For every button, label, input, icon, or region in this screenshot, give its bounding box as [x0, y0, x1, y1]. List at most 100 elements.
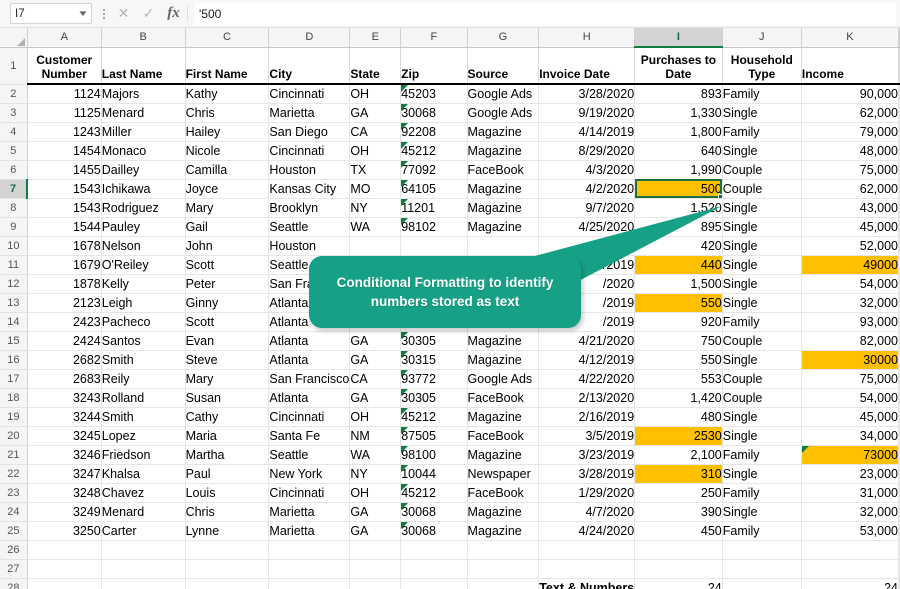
cell-d22[interactable]: New York [269, 464, 350, 483]
cell-k12[interactable]: 54,000 [801, 274, 898, 293]
cell-h15[interactable]: 4/21/2020 [539, 331, 635, 350]
cell-f21[interactable]: 98100 [401, 445, 467, 464]
cell-h2[interactable]: 3/28/2020 [539, 84, 635, 103]
cell-d8[interactable]: Brooklyn [269, 198, 350, 217]
cell-c22[interactable]: Paul [185, 464, 269, 483]
cell-d20[interactable]: Santa Fe [269, 426, 350, 445]
row-header-19[interactable]: 19 [0, 407, 27, 426]
cell-c27[interactable] [185, 559, 269, 578]
header-cell-k1[interactable]: Income [801, 47, 898, 84]
cell-f23[interactable]: 45212 [401, 483, 467, 502]
cell-h8[interactable]: 9/7/2020 [539, 198, 635, 217]
cell-e2[interactable]: OH [350, 84, 401, 103]
cell-c7[interactable]: Joyce [185, 179, 269, 198]
cell-c23[interactable]: Louis [185, 483, 269, 502]
cell-h25[interactable]: 4/24/2020 [539, 521, 635, 540]
select-all-corner[interactable] [0, 28, 27, 47]
cell-h7[interactable]: 4/2/2020 [539, 179, 635, 198]
cell-b18[interactable]: Rolland [101, 388, 185, 407]
cell-h5[interactable]: 8/29/2020 [539, 141, 635, 160]
cell-j6[interactable]: Couple [722, 160, 801, 179]
cell-e23[interactable]: OH [350, 483, 401, 502]
cell-a27[interactable] [27, 559, 101, 578]
cell-i3[interactable]: 1,330 [635, 103, 723, 122]
cell-d16[interactable]: Atlanta [269, 350, 350, 369]
cell-h16[interactable]: 4/12/2019 [539, 350, 635, 369]
cell-c3[interactable]: Chris [185, 103, 269, 122]
cell-a25[interactable]: 3250 [27, 521, 101, 540]
cell-e7[interactable]: MO [350, 179, 401, 198]
cell-a8[interactable]: 1543 [27, 198, 101, 217]
cell-f5[interactable]: 45212 [401, 141, 467, 160]
spreadsheet-grid[interactable]: ABCDEFGHIJK 1Customer NumberLast NameFir… [0, 28, 900, 589]
cell-g5[interactable]: Magazine [467, 141, 539, 160]
cell-f28[interactable] [401, 578, 467, 589]
cell-e24[interactable]: GA [350, 502, 401, 521]
cell-g23[interactable]: FaceBook [467, 483, 539, 502]
cell-g22[interactable]: Newspaper [467, 464, 539, 483]
cell-j17[interactable]: Couple [722, 369, 801, 388]
cell-a11[interactable]: 1679 [27, 255, 101, 274]
column-header-c[interactable]: C [185, 28, 269, 47]
cell-c19[interactable]: Cathy [185, 407, 269, 426]
cell-i7[interactable]: 500 [635, 179, 723, 198]
cell-a20[interactable]: 3245 [27, 426, 101, 445]
cell-i10[interactable]: 420 [635, 236, 723, 255]
cell-h19[interactable]: 2/16/2019 [539, 407, 635, 426]
cell-g3[interactable]: Google Ads [467, 103, 539, 122]
cell-d24[interactable]: Marietta [269, 502, 350, 521]
cell-e20[interactable]: NM [350, 426, 401, 445]
cell-k9[interactable]: 45,000 [801, 217, 898, 236]
cell-a26[interactable] [27, 540, 101, 559]
cell-b4[interactable]: Miller [101, 122, 185, 141]
cell-b15[interactable]: Santos [101, 331, 185, 350]
cell-j23[interactable]: Family [722, 483, 801, 502]
cell-k21[interactable]: 73000 [801, 445, 898, 464]
cell-b2[interactable]: Majors [101, 84, 185, 103]
cell-c2[interactable]: Kathy [185, 84, 269, 103]
cancel-icon[interactable]: ✕ [111, 3, 136, 25]
cell-b16[interactable]: Smith [101, 350, 185, 369]
cell-g28[interactable] [467, 578, 539, 589]
row-header-21[interactable]: 21 [0, 445, 27, 464]
cell-a4[interactable]: 1243 [27, 122, 101, 141]
cell-j10[interactable]: Single [722, 236, 801, 255]
cell-d2[interactable]: Cincinnati [269, 84, 350, 103]
cell-d3[interactable]: Marietta [269, 103, 350, 122]
cell-e5[interactable]: OH [350, 141, 401, 160]
cell-g8[interactable]: Magazine [467, 198, 539, 217]
cell-f3[interactable]: 30068 [401, 103, 467, 122]
insert-function-icon[interactable]: fx [161, 3, 186, 25]
cell-e22[interactable]: NY [350, 464, 401, 483]
cell-k4[interactable]: 79,000 [801, 122, 898, 141]
cell-e18[interactable]: GA [350, 388, 401, 407]
row-header-8[interactable]: 8 [0, 198, 27, 217]
cell-k3[interactable]: 62,000 [801, 103, 898, 122]
cell-g10[interactable] [467, 236, 539, 255]
cell-g7[interactable]: Magazine [467, 179, 539, 198]
cell-i11[interactable]: 440 [635, 255, 723, 274]
cell-k23[interactable]: 31,000 [801, 483, 898, 502]
row-header-2[interactable]: 2 [0, 84, 27, 103]
cell-i4[interactable]: 1,800 [635, 122, 723, 141]
cell-e26[interactable] [350, 540, 401, 559]
row-header-22[interactable]: 22 [0, 464, 27, 483]
cell-d26[interactable] [269, 540, 350, 559]
cell-i16[interactable]: 550 [635, 350, 723, 369]
cell-h9[interactable]: 4/25/2020 [539, 217, 635, 236]
cell-g4[interactable]: Magazine [467, 122, 539, 141]
cell-b13[interactable]: Leigh [101, 293, 185, 312]
cell-c24[interactable]: Chris [185, 502, 269, 521]
row-header-10[interactable]: 10 [0, 236, 27, 255]
cell-c12[interactable]: Peter [185, 274, 269, 293]
cell-f20[interactable]: 87505 [401, 426, 467, 445]
cell-e15[interactable]: GA [350, 331, 401, 350]
cell-i22[interactable]: 310 [635, 464, 723, 483]
cell-f26[interactable] [401, 540, 467, 559]
cell-k8[interactable]: 43,000 [801, 198, 898, 217]
cell-a2[interactable]: 1124 [27, 84, 101, 103]
cell-j18[interactable]: Couple [722, 388, 801, 407]
cell-k13[interactable]: 32,000 [801, 293, 898, 312]
cell-k6[interactable]: 75,000 [801, 160, 898, 179]
cell-g17[interactable]: Google Ads [467, 369, 539, 388]
